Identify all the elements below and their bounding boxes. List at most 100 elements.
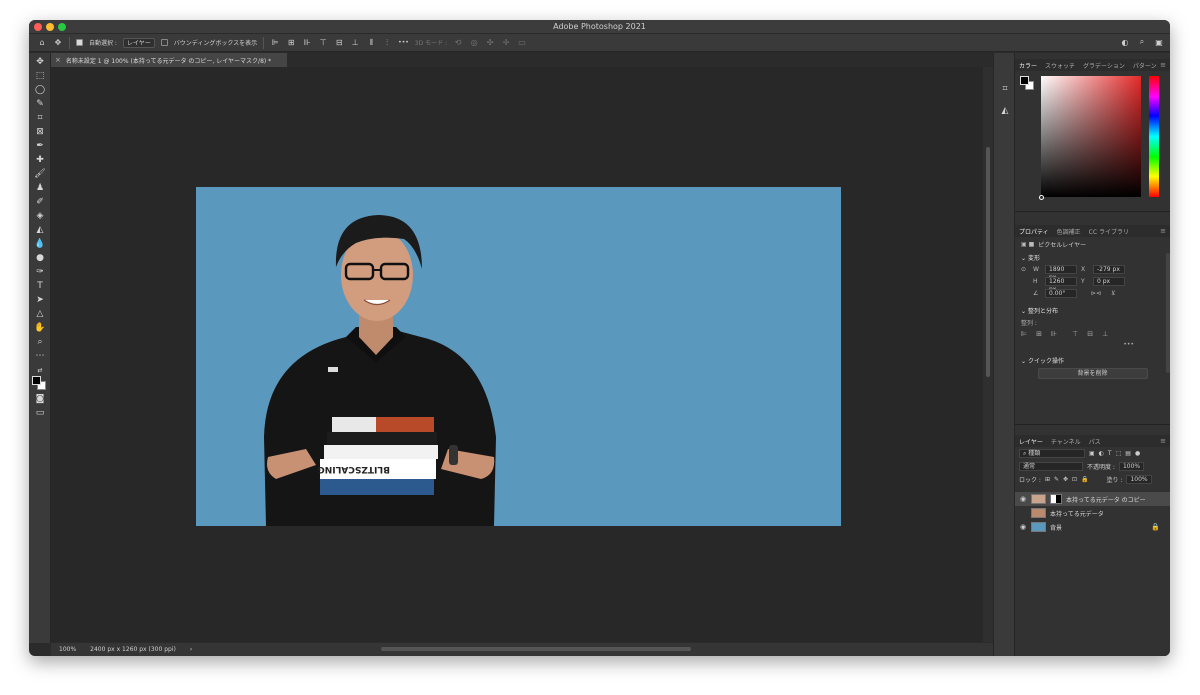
tab-patterns[interactable]: パターン [1133,61,1157,70]
align-center-icon[interactable]: ⊞ [1036,330,1042,338]
move-tool-icon[interactable]: ✥ [53,38,63,48]
visibility-eye-icon[interactable]: ◉ [1019,495,1027,503]
path-select-tool-icon[interactable]: ➤ [34,294,46,306]
align-right-icon[interactable]: ⊪ [1051,330,1057,338]
history-brush-tool-icon[interactable]: ✐ [34,196,46,208]
fill-field[interactable]: 100% [1126,475,1152,484]
layer-thumbnail[interactable] [1031,494,1046,504]
vertical-scroll-thumb[interactable] [986,147,990,377]
3d-rotate-icon[interactable]: ⟲ [453,38,463,48]
chevron-down-icon[interactable]: ⌄ [1021,255,1026,262]
home-icon[interactable]: ⌂ [37,38,47,48]
panel-menu-icon[interactable]: ≡ [1160,227,1166,235]
marquee-tool-icon[interactable]: ⬚ [34,70,46,82]
filter-toggle-icon[interactable]: ● [1135,450,1140,457]
layer-name[interactable]: 本持ってる元データ [1050,509,1104,518]
share-icon[interactable]: ◐ [1120,37,1130,47]
layer-row[interactable]: ◉ 本持ってる元データ のコピー [1015,492,1170,506]
align-bottom-icon[interactable]: ⊥ [350,38,360,48]
color-field[interactable] [1041,76,1141,197]
frame-tool-icon[interactable]: ⊠ [34,126,46,138]
auto-select-checkbox[interactable] [76,39,83,46]
tab-gradients[interactable]: グラデーション [1083,61,1125,70]
align-middle-icon[interactable]: ⊟ [334,38,344,48]
distribute-v-icon[interactable]: ⫶ [382,38,392,48]
align-right-icon[interactable]: ⊪ [302,38,312,48]
flip-horizontal-icon[interactable]: ⊳⊲ [1091,290,1101,297]
healing-brush-tool-icon[interactable]: ✚ [34,154,46,166]
more-align-button[interactable]: ••• [1021,341,1164,348]
align-middle-icon[interactable]: ⊟ [1087,330,1093,338]
document-canvas[interactable]: BLITZSCALING [196,187,841,526]
lock-transparent-icon[interactable]: ⊞ [1045,476,1050,483]
document-tab[interactable]: × 名称未設定 1 @ 100% (本持ってる元データ のコピー, レイヤーマス… [51,53,287,67]
flip-vertical-icon[interactable]: ⊻ [1111,290,1115,297]
tab-layers[interactable]: レイヤー [1019,437,1043,446]
lock-image-icon[interactable]: ✎ [1054,476,1059,483]
layer-lock-icon[interactable]: 🔒 [1151,523,1160,531]
align-center-icon[interactable]: ⊞ [286,38,296,48]
brush-tool-icon[interactable]: 🖌 [34,168,46,180]
filter-shape-icon[interactable]: ⬚ [1116,450,1122,457]
screen-mode-icon[interactable]: ▭ [34,407,46,419]
eraser-tool-icon[interactable]: ◈ [34,210,46,222]
tab-properties[interactable]: プロパティ [1019,227,1049,236]
adjustments-panel-icon[interactable]: ◭ [999,105,1011,117]
3d-roll-icon[interactable]: ◎ [469,38,479,48]
eyedropper-tool-icon[interactable]: ✒ [34,140,46,152]
blend-mode-dropdown[interactable]: 通常 [1019,462,1083,471]
align-bottom-icon[interactable]: ⊥ [1102,330,1108,338]
lasso-tool-icon[interactable]: ◯ [34,84,46,96]
layer-thumbnail[interactable] [1031,508,1046,518]
horizontal-scroll-thumb[interactable] [381,647,691,651]
layer-row[interactable]: 本持ってる元データ [1015,506,1170,520]
quick-select-tool-icon[interactable]: ✎ [34,98,46,110]
chevron-right-icon[interactable]: › [190,646,192,653]
filter-adjust-icon[interactable]: ◐ [1099,450,1104,457]
quick-mask-icon[interactable]: ◙ [34,393,46,405]
layer-name[interactable]: 背景 [1050,523,1062,532]
paint-bucket-tool-icon[interactable]: ◭ [34,224,46,236]
layer-name[interactable]: 本持ってる元データ のコピー [1066,495,1146,504]
filter-smart-icon[interactable]: ▤ [1125,450,1131,457]
lock-artboard-icon[interactable]: ⊡ [1072,476,1077,483]
panel-menu-icon[interactable]: ≡ [1160,437,1166,445]
swap-colors-icon[interactable]: ⇄ [34,364,46,376]
more-options-button[interactable]: ••• [398,39,409,46]
auto-select-dropdown[interactable]: レイヤー [122,37,155,48]
move-tool-icon[interactable]: ✥ [34,56,46,68]
align-top-icon[interactable]: ⊤ [318,38,328,48]
visibility-eye-icon[interactable]: ◉ [1019,523,1027,531]
panel-menu-icon[interactable]: ≡ [1160,61,1166,69]
lock-all-icon[interactable]: 🔒 [1081,476,1088,483]
tab-color[interactable]: カラー [1019,61,1037,70]
show-transform-checkbox[interactable] [160,39,168,46]
link-icon[interactable]: ⊙ [1021,266,1029,273]
remove-background-button[interactable]: 背景を削除 [1037,368,1148,379]
pen-tool-icon[interactable]: ✑ [34,266,46,278]
type-tool-icon[interactable]: T [34,280,46,292]
layer-mask-thumbnail[interactable] [1050,494,1062,504]
align-top-icon[interactable]: ⊤ [1072,330,1078,338]
vertical-scrollbar[interactable] [983,67,993,642]
layer-thumbnail[interactable] [1031,522,1046,532]
width-field[interactable]: 1890 px [1045,265,1077,281]
search-icon[interactable]: ⌕ [1137,37,1147,47]
x-field[interactable]: -279 px [1093,265,1125,274]
layer-row[interactable]: ◉ 背景 🔒 [1015,520,1170,534]
tab-channels[interactable]: チャンネル [1051,437,1081,446]
shape-tool-icon[interactable]: △ [34,308,46,320]
tab-paths[interactable]: パス [1089,437,1101,446]
zoom-level[interactable]: 100% [59,646,76,653]
opacity-field[interactable]: 100% [1118,462,1145,471]
distribute-icon[interactable]: ⫴ [366,38,376,48]
crop-tool-icon[interactable]: ⌗ [34,112,46,124]
angle-field[interactable]: 0.00° [1045,289,1077,298]
filter-kind-dropdown[interactable]: ⌕ 種類 [1019,449,1085,458]
height-field[interactable]: 1260 px [1045,277,1077,293]
3d-slide-icon[interactable]: ✢ [501,38,511,48]
canvas-area[interactable]: BLITZSCALING [51,67,983,642]
stamp-tool-icon[interactable]: ♟ [34,182,46,194]
filter-type-icon[interactable]: T [1108,450,1112,457]
properties-scrollbar[interactable] [1166,253,1170,373]
